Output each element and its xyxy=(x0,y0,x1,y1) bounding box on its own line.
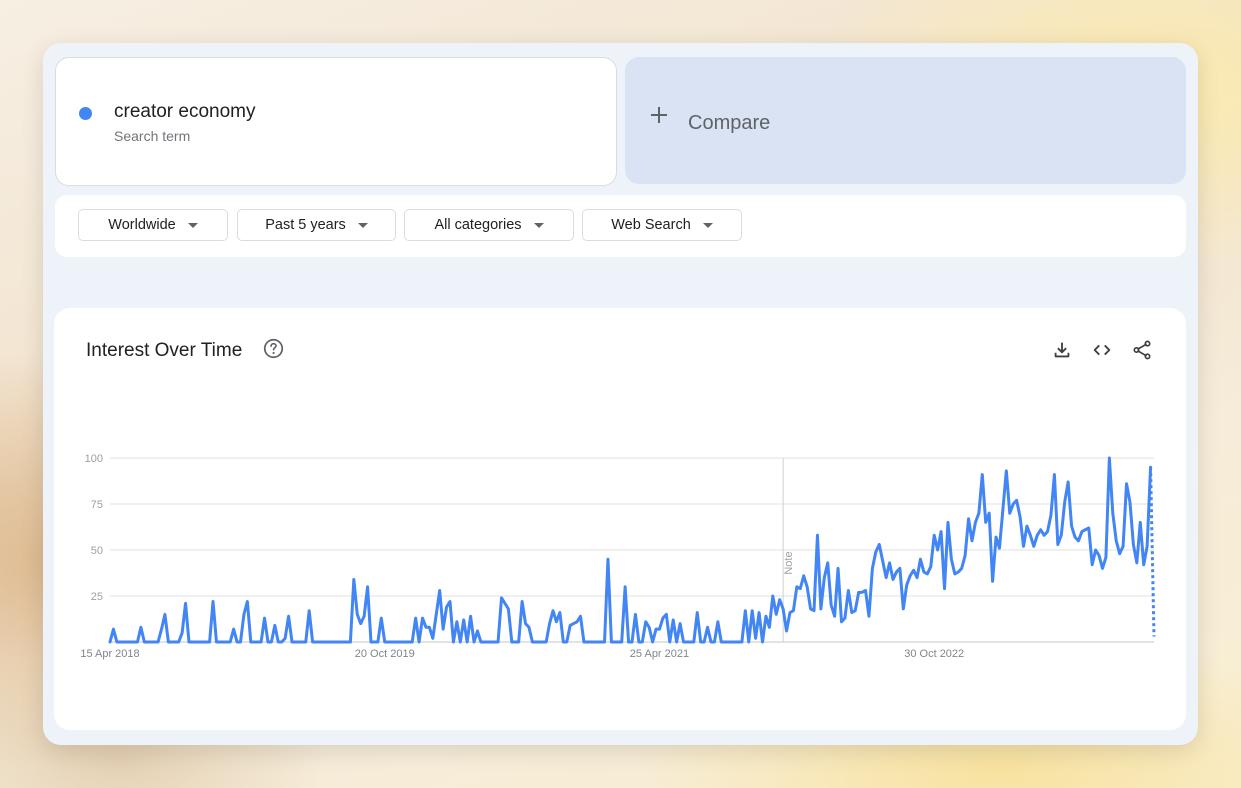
y-tick-label: 50 xyxy=(91,545,103,557)
location-dropdown[interactable]: Worldwide xyxy=(78,209,228,241)
search-type-dropdown-label: Web Search xyxy=(611,217,691,233)
trends-panel: creator economy Search term Compare Worl… xyxy=(43,43,1198,745)
y-tick-label: 25 xyxy=(91,591,103,603)
caret-down-icon xyxy=(187,222,198,228)
search-term-card[interactable]: creator economy Search term xyxy=(55,57,617,186)
note-label: Note xyxy=(783,551,795,574)
caret-down-icon xyxy=(533,222,544,228)
partial-data-segment xyxy=(1149,467,1156,637)
category-dropdown[interactable]: All categories xyxy=(404,209,574,241)
time-range-dropdown[interactable]: Past 5 years xyxy=(237,209,396,241)
category-dropdown-label: All categories xyxy=(434,217,522,233)
y-tick-label: 100 xyxy=(85,453,103,465)
compare-label: Compare xyxy=(688,112,771,134)
search-term-name[interactable]: creator economy xyxy=(114,101,256,123)
interest-chart[interactable]: 25 50 75 100 15 Apr 2018 20 Oct 2019 25 Apr 20… xyxy=(54,308,1186,730)
plus-icon xyxy=(651,107,667,123)
y-tick-label: 75 xyxy=(91,499,103,511)
x-tick-label: 25 Apr 2021 xyxy=(630,648,689,660)
x-tick-label: 15 Apr 2018 xyxy=(80,648,139,660)
search-type-dropdown[interactable]: Web Search xyxy=(582,209,742,241)
caret-down-icon xyxy=(702,222,713,228)
x-tick-label: 20 Oct 2019 xyxy=(355,648,415,660)
filter-bar: Worldwide Past 5 years All categories We… xyxy=(55,195,1186,257)
term-color-dot xyxy=(79,107,92,120)
interest-over-time-card: Interest Over Time 25 50 75 100 15 Apr 2018 2… xyxy=(54,308,1186,730)
time-range-dropdown-label: Past 5 years xyxy=(265,217,346,233)
x-tick-label: 30 Oct 2022 xyxy=(904,648,964,660)
caret-down-icon xyxy=(357,222,368,228)
location-dropdown-label: Worldwide xyxy=(108,217,176,233)
search-term-sublabel: Search term xyxy=(114,128,191,144)
compare-button[interactable]: Compare xyxy=(625,57,1186,184)
